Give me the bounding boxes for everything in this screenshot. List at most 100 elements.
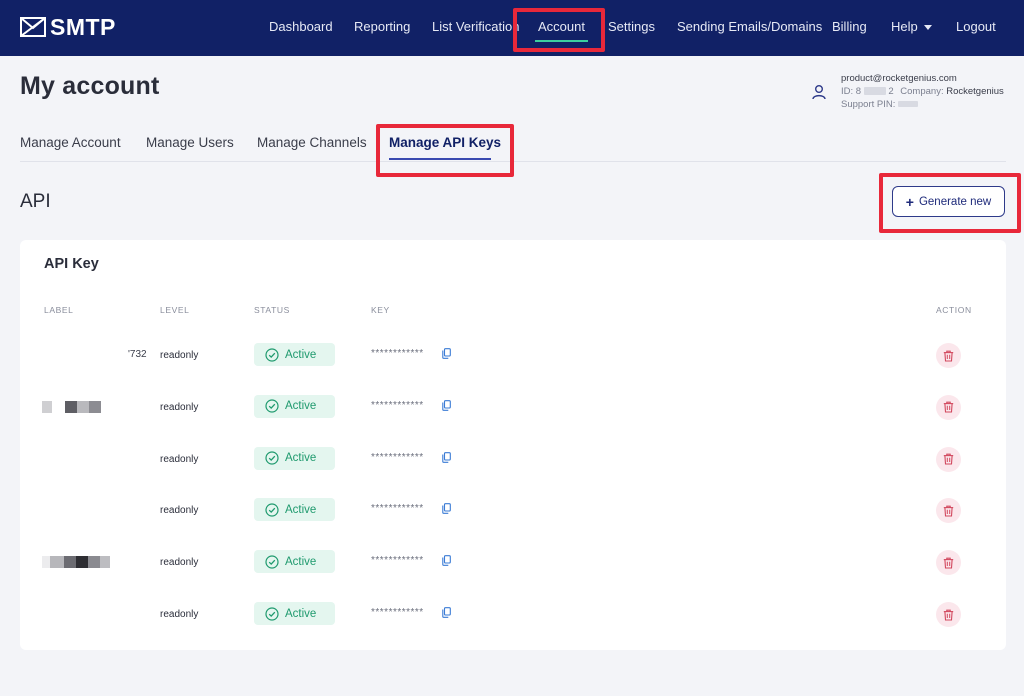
- check-circle-icon: [265, 503, 279, 517]
- tab-manage-account[interactable]: Manage Account: [20, 135, 121, 150]
- tab-manage-api-keys[interactable]: Manage API Keys: [389, 135, 501, 150]
- row-label: '732: [42, 329, 147, 381]
- highlight-box-api-keys-tab: [376, 124, 514, 177]
- trash-icon: [943, 453, 954, 465]
- delete-button[interactable]: [936, 394, 961, 420]
- row-label: [42, 484, 142, 536]
- redacted-label-block: [76, 556, 88, 569]
- nav-dashboard[interactable]: Dashboard: [269, 19, 333, 34]
- redacted-label-block: [65, 400, 77, 413]
- row-level: readonly: [160, 557, 199, 569]
- column-header-action: ACTION: [936, 305, 972, 315]
- redacted-label-block: [100, 556, 110, 569]
- row-label: [42, 536, 142, 588]
- user-id-line: ID: 8 2 Company: Rocketgenius: [841, 85, 1004, 98]
- nav-sending-emails-domains[interactable]: Sending Emails/Domains: [677, 19, 822, 34]
- nav-settings[interactable]: Settings: [608, 19, 655, 34]
- table-row: readonly Active ************: [20, 588, 1006, 640]
- row-label: [42, 588, 142, 640]
- support-pin-label: Support PIN:: [841, 99, 896, 110]
- column-header-label: LABEL: [44, 305, 74, 315]
- delete-button[interactable]: [936, 602, 961, 627]
- status-text: Active: [285, 607, 317, 620]
- copy-icon[interactable]: [442, 555, 451, 567]
- card-title: API Key: [44, 256, 99, 272]
- redacted-label-block: [42, 556, 50, 569]
- api-key-card: API Key LABEL LEVEL STATUS KEY ACTION '7…: [20, 240, 1006, 650]
- top-navigation-bar: SMTP Dashboard Reporting List Verificati…: [0, 0, 1024, 56]
- tab-manage-users[interactable]: Manage Users: [146, 135, 234, 150]
- column-header-level: LEVEL: [160, 305, 190, 315]
- status-badge: Active: [254, 446, 335, 470]
- redacted-label-block: [89, 400, 101, 413]
- nav-logout[interactable]: Logout: [956, 19, 996, 34]
- trash-icon: [943, 557, 954, 569]
- copy-icon[interactable]: [442, 607, 451, 618]
- delete-button[interactable]: [936, 550, 961, 576]
- row-level: readonly: [160, 401, 199, 413]
- masked-api-key: ************: [371, 555, 424, 567]
- nav-list-verification[interactable]: List Verification: [432, 19, 519, 34]
- row-label: [42, 433, 142, 485]
- masked-api-key: ************: [371, 451, 424, 463]
- nav-help[interactable]: Help: [891, 19, 932, 34]
- trash-icon: [943, 350, 954, 362]
- table-row: '732 readonly Active ************: [20, 329, 1006, 381]
- copy-icon[interactable]: [442, 451, 451, 463]
- copy-icon[interactable]: [442, 348, 451, 359]
- redacted-label-block: [77, 400, 89, 413]
- masked-api-key: ************: [371, 399, 424, 411]
- company-name: Rocketgenius: [946, 86, 1004, 97]
- trash-icon: [943, 401, 954, 413]
- user-id-suffix: 2: [888, 86, 894, 97]
- app-logo[interactable]: SMTP: [20, 14, 116, 40]
- plus-icon: +: [905, 193, 914, 210]
- masked-api-key: ************: [371, 607, 424, 618]
- status-text: Active: [285, 555, 317, 568]
- support-pin-line: Support PIN:: [841, 98, 1004, 111]
- status-badge: Active: [254, 343, 335, 366]
- redacted-label-block: [50, 556, 64, 569]
- row-level: readonly: [160, 453, 199, 465]
- logo-text: SMTP: [50, 13, 116, 40]
- generate-new-button[interactable]: + Generate new: [892, 186, 1005, 217]
- check-circle-icon: [265, 606, 279, 621]
- trash-icon: [943, 505, 954, 517]
- check-circle-icon: [265, 347, 279, 362]
- tabs-divider: [20, 161, 1006, 162]
- generate-new-label: Generate new: [918, 195, 992, 208]
- nav-reporting[interactable]: Reporting: [354, 19, 410, 34]
- chevron-down-icon: [923, 25, 932, 31]
- nav-help-label: Help: [891, 19, 918, 34]
- copy-icon[interactable]: [442, 399, 451, 411]
- delete-button[interactable]: [936, 343, 961, 368]
- status-badge: Active: [254, 498, 335, 522]
- table-row: readonly Active ************: [20, 381, 1006, 433]
- table-row: readonly Active ************: [20, 536, 1006, 588]
- status-text: Active: [285, 503, 317, 516]
- trash-icon: [943, 609, 954, 621]
- check-circle-icon: [265, 451, 279, 465]
- status-badge: Active: [254, 550, 335, 574]
- row-label: [42, 381, 142, 433]
- redacted-block: [863, 87, 886, 96]
- nav-account[interactable]: Account: [535, 19, 588, 42]
- tab-manage-channels[interactable]: Manage Channels: [257, 135, 367, 150]
- envelope-icon: [20, 17, 46, 37]
- status-text: Active: [285, 400, 317, 413]
- nav-billing[interactable]: Billing: [832, 19, 867, 34]
- delete-button[interactable]: [936, 498, 961, 524]
- user-icon: [812, 85, 826, 100]
- active-tab-indicator: [389, 158, 491, 160]
- copy-icon[interactable]: [442, 503, 451, 515]
- delete-button[interactable]: [936, 446, 961, 472]
- table-row: readonly Active ************: [20, 484, 1006, 536]
- status-badge: Active: [254, 394, 335, 418]
- check-circle-icon: [265, 399, 279, 413]
- column-header-key: KEY: [371, 305, 390, 315]
- status-text: Active: [285, 452, 317, 465]
- page-title: My account: [20, 72, 160, 100]
- row-label-text: '732: [128, 349, 147, 360]
- masked-api-key: ************: [371, 348, 424, 359]
- company-label: Company:: [900, 86, 944, 97]
